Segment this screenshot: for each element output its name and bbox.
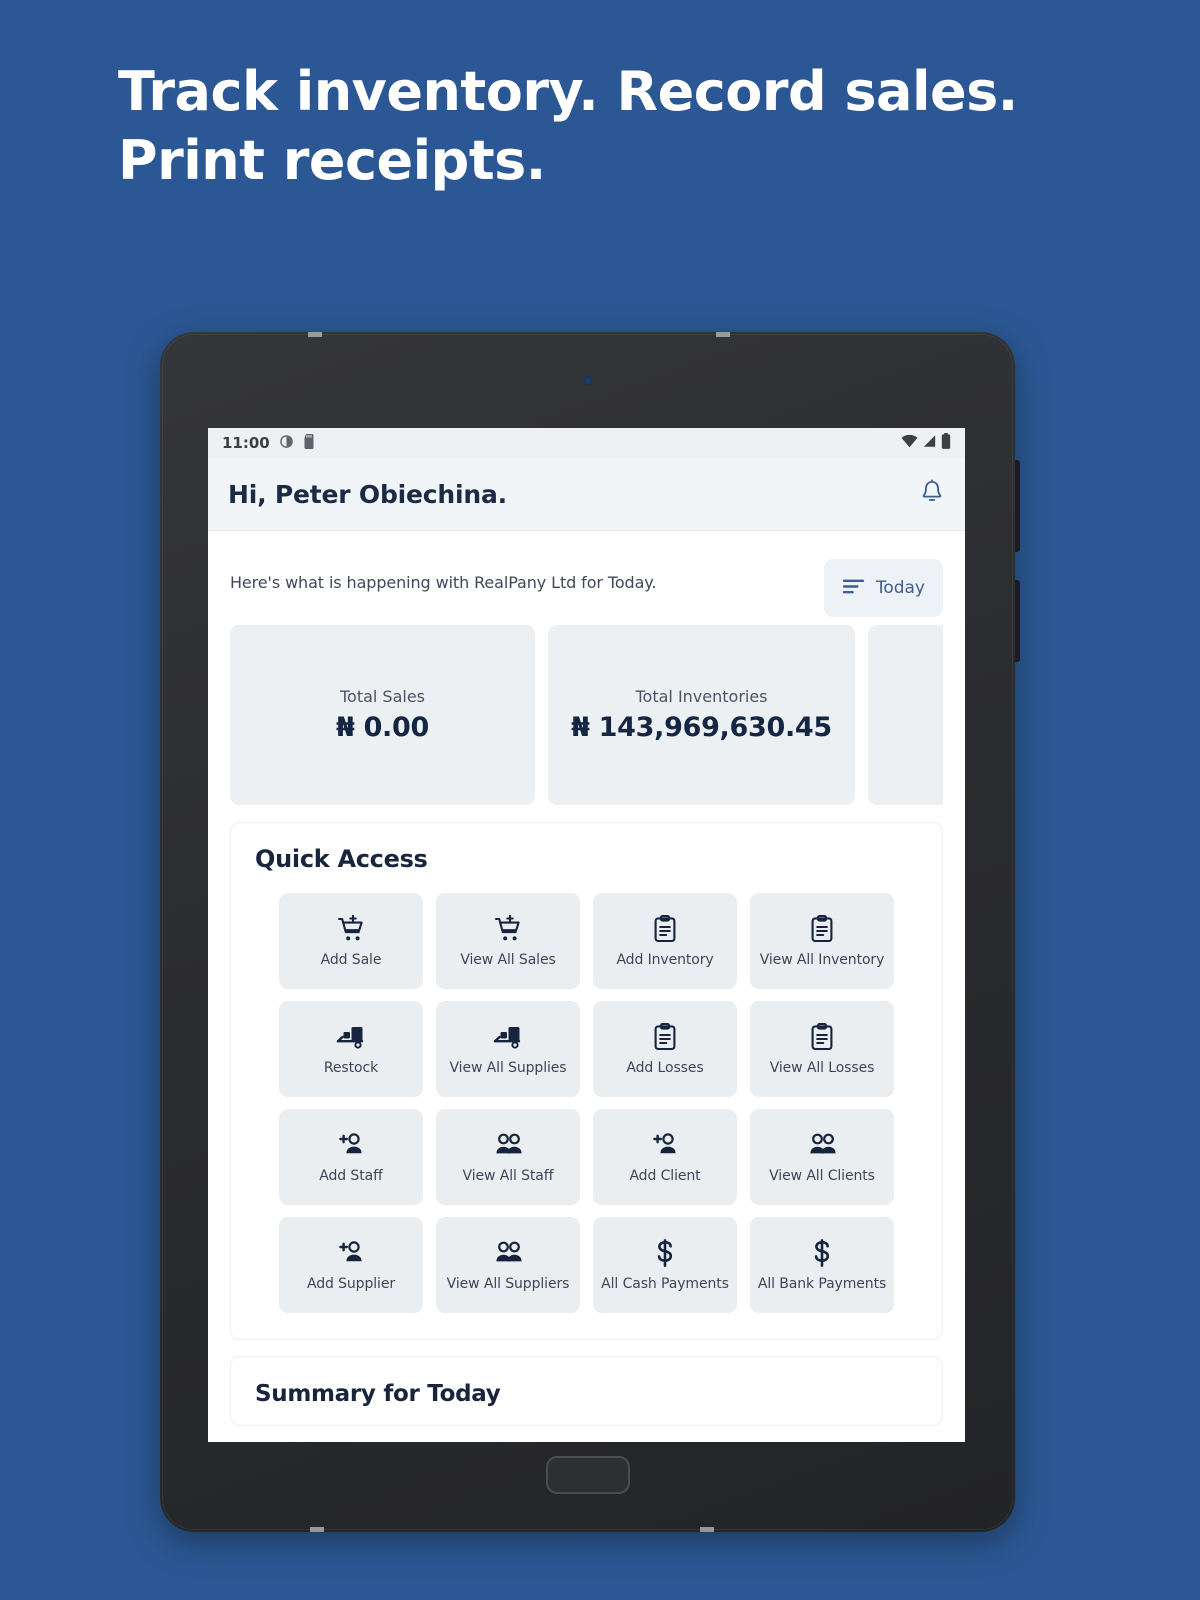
volume-button[interactable]	[1015, 460, 1020, 552]
quick-action-label: Add Inventory	[616, 951, 714, 968]
dashboard-subheading: Here's what is happening with RealPany L…	[230, 573, 657, 592]
quick-action-view-all-supplies[interactable]: View All Supplies	[436, 1001, 580, 1097]
quick-action-view-all-inventory[interactable]: View All Inventory	[750, 893, 894, 989]
quick-action-label: Restock	[323, 1059, 379, 1076]
stat-label: Total Sales	[339, 687, 426, 706]
quick-action-add-supplier[interactable]: Add Supplier	[279, 1217, 423, 1313]
front-camera	[583, 376, 592, 385]
battery-icon	[941, 433, 951, 453]
quick-action-add-sale[interactable]: Add Sale	[279, 893, 423, 989]
cellular-signal-icon	[922, 434, 937, 452]
quick-action-label: View All Staff	[462, 1167, 554, 1184]
quick-action-view-all-losses[interactable]: View All Losses	[750, 1001, 894, 1097]
quick-action-label: All Cash Payments	[601, 1275, 729, 1292]
antenna-band-top-right	[716, 332, 730, 337]
stat-card-total-sales[interactable]: Total Sales ₦ 0.00	[230, 625, 535, 805]
forklift-icon	[336, 1023, 366, 1051]
clock-icon	[279, 434, 294, 453]
clipboard-list-icon	[810, 914, 834, 943]
dashboard-header-row: Here's what is happening with RealPany L…	[230, 531, 943, 617]
person-plus-icon	[336, 1131, 366, 1159]
quick-action-add-staff[interactable]: Add Staff	[279, 1109, 423, 1205]
quick-action-restock[interactable]: Restock	[279, 1001, 423, 1097]
quick-action-label: View All Suppliers	[446, 1275, 570, 1292]
antenna-band-bottom-left	[310, 1527, 324, 1532]
quick-action-label: Add Supplier	[306, 1275, 396, 1292]
sd-card-icon	[303, 433, 315, 453]
status-bar: 11:00	[208, 428, 965, 458]
quick-action-label: View All Supplies	[449, 1059, 567, 1076]
quick-action-add-client[interactable]: Add Client	[593, 1109, 737, 1205]
dollar-icon	[812, 1238, 832, 1267]
forklift-icon	[493, 1023, 523, 1051]
quick-action-label: View All Sales	[460, 951, 556, 968]
quick-action-label: View All Inventory	[759, 951, 885, 968]
status-bar-right	[901, 433, 951, 453]
quick-action-label: View All Clients	[769, 1167, 875, 1184]
quick-action-label: Add Staff	[319, 1167, 383, 1184]
stat-value: ₦ 143,969,630.45	[571, 712, 832, 743]
quick-action-all-cash-payments[interactable]: All Cash Payments	[593, 1217, 737, 1313]
status-time: 11:00	[222, 434, 270, 452]
quick-action-label: Add Client	[629, 1167, 701, 1184]
stat-label: Total Inventories	[635, 687, 768, 706]
wifi-icon	[901, 434, 918, 452]
status-bar-left: 11:00	[222, 433, 315, 453]
date-filter-label: Today	[875, 578, 925, 598]
quick-action-view-all-suppliers[interactable]: View All Suppliers	[436, 1217, 580, 1313]
cart-plus-icon	[337, 914, 365, 943]
quick-action-view-all-staff[interactable]: View All Staff	[436, 1109, 580, 1205]
bell-icon	[919, 478, 945, 510]
quick-action-view-all-sales[interactable]: View All Sales	[436, 893, 580, 989]
dollar-icon	[655, 1238, 675, 1267]
stat-value: ₦ 0.00	[335, 712, 429, 743]
notification-button[interactable]	[919, 478, 945, 510]
person-plus-icon	[650, 1131, 680, 1159]
quick-action-label: Add Losses	[626, 1059, 704, 1076]
quick-action-all-bank-payments[interactable]: All Bank Payments	[750, 1217, 894, 1313]
clipboard-list-icon	[810, 1022, 834, 1051]
people-icon	[493, 1131, 523, 1159]
quick-access-title: Quick Access	[255, 845, 428, 873]
date-filter-button[interactable]: Today	[823, 559, 943, 617]
quick-action-view-all-clients[interactable]: View All Clients	[750, 1109, 894, 1205]
quick-access-grid: Add Sale View All Sales Add Inventory Vi…	[255, 893, 918, 1313]
quick-access-panel: Quick Access Add Sale View All Sales Add…	[230, 822, 943, 1340]
quick-action-label: Add Sale	[320, 951, 382, 968]
quick-action-label: All Bank Payments	[757, 1275, 887, 1292]
clipboard-list-icon	[653, 1022, 677, 1051]
person-plus-icon	[336, 1239, 366, 1267]
filter-sort-icon	[842, 578, 865, 599]
people-icon	[493, 1239, 523, 1267]
quick-action-add-losses[interactable]: Add Losses	[593, 1001, 737, 1097]
tablet-device-frame: 11:00 Hi, Peter Obiechina. Here's what i…	[160, 332, 1020, 1532]
home-button[interactable]	[545, 1456, 630, 1494]
quick-action-add-inventory[interactable]: Add Inventory	[593, 893, 737, 989]
promo-headline: Track inventory. Record sales. Print rec…	[118, 60, 1018, 192]
people-icon	[807, 1131, 837, 1159]
summary-panel-title: Summary for Today	[255, 1381, 501, 1407]
stat-card-partial[interactable]	[868, 625, 943, 805]
clipboard-list-icon	[653, 914, 677, 943]
dashboard-content: Here's what is happening with RealPany L…	[208, 531, 965, 1442]
app-bar: Hi, Peter Obiechina.	[208, 458, 965, 531]
power-button[interactable]	[1015, 580, 1020, 662]
antenna-band-top-left	[308, 332, 322, 337]
quick-action-label: View All Losses	[769, 1059, 875, 1076]
summary-panel: Summary for Today	[230, 1356, 943, 1426]
antenna-band-bottom-right	[700, 1527, 714, 1532]
tablet-screen: 11:00 Hi, Peter Obiechina. Here's what i…	[208, 428, 965, 1442]
greeting-title: Hi, Peter Obiechina.	[228, 479, 507, 509]
stat-card-total-inventories[interactable]: Total Inventories ₦ 143,969,630.45	[548, 625, 855, 805]
stats-card-row: Total Sales ₦ 0.00 Total Inventories ₦ 1…	[230, 625, 943, 805]
cart-plus-icon	[494, 914, 522, 943]
